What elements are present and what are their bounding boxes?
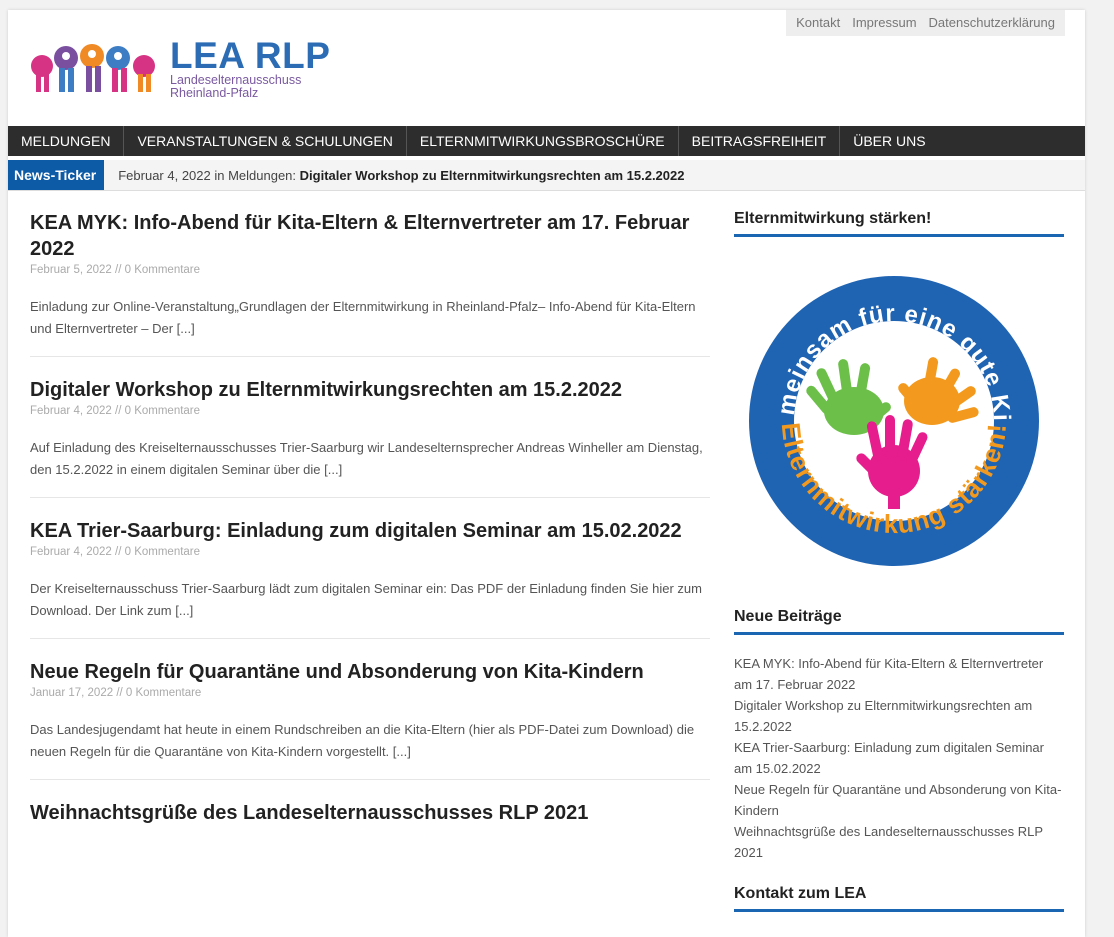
post-item: KEA MYK: Info-Abend für Kita-Eltern & El…: [30, 210, 710, 357]
topnav-kontakt-link[interactable]: Kontakt: [796, 15, 840, 30]
widget-title-elternmitwirkung: Elternmitwirkung stärken!: [734, 210, 1064, 237]
widget-title-neue-beitraege: Neue Beiträge: [734, 608, 1064, 635]
post-excerpt: Einladung zur Online-Veranstaltung„Grund…: [30, 299, 696, 336]
nav-beitragsfreiheit[interactable]: BEITRAGSFREIHEIT: [679, 126, 841, 156]
hands-badge-icon: Gemeinsam für eine gute KiTa Elternmitwi…: [734, 250, 1039, 566]
recent-post-link[interactable]: Weihnachtsgrüße des Landeselternausschus…: [734, 824, 1043, 860]
site-logo[interactable]: LEA RLP Landeselternausschuss Rheinland-…: [28, 36, 330, 100]
post-excerpt: Das Landesjugendamt hat heute in einem R…: [30, 722, 695, 759]
post-title-link[interactable]: Neue Regeln für Quarantäne und Absonderu…: [30, 659, 710, 685]
nav-veranstaltungen[interactable]: VERANSTALTUNGEN & SCHULUNGEN: [124, 126, 407, 156]
post-meta: Februar 5, 2022 // 0 Kommentare: [30, 264, 201, 276]
post-item: Weihnachtsgrüße des Landeselternausschus…: [30, 800, 710, 842]
recent-post-item: Digitaler Workshop zu Elternmitwirkungsr…: [734, 695, 1064, 737]
news-ticker-item[interactable]: Februar 4, 2022 in Meldungen: Digitaler …: [118, 168, 684, 183]
post-item: KEA Trier-Saarburg: Einladung zum digita…: [30, 518, 710, 639]
top-navigation: Kontakt Impressum Datenschutzerklärung: [786, 10, 1065, 36]
logo-subtitle-2: Rheinland-Pfalz: [170, 86, 259, 100]
recent-post-link[interactable]: Digitaler Workshop zu Elternmitwirkungsr…: [734, 698, 1032, 734]
post-list: KEA MYK: Info-Abend für Kita-Eltern & El…: [30, 210, 710, 862]
main-navigation: MELDUNGEN VERANSTALTUNGEN & SCHULUNGEN E…: [8, 126, 1085, 156]
nav-broschuere[interactable]: ELTERNMITWIRKUNGSBROSCHÜRE: [407, 126, 679, 156]
recent-post-item: Weihnachtsgrüße des Landeselternausschus…: [734, 821, 1064, 863]
nav-meldungen[interactable]: MELDUNGEN: [8, 126, 125, 156]
news-ticker-label: News-Ticker: [8, 160, 105, 190]
post-item: Neue Regeln für Quarantäne und Absonderu…: [30, 659, 710, 780]
recent-post-item: KEA Trier-Saarburg: Einladung zum digita…: [734, 737, 1064, 779]
post-excerpt: Der Kreiselternausschuss Trier-Saarburg …: [30, 581, 702, 618]
recent-post-link[interactable]: KEA MYK: Info-Abend für Kita-Eltern & El…: [734, 656, 1043, 692]
ticker-headline-link[interactable]: Digitaler Workshop zu Elternmitwirkungsr…: [300, 168, 685, 183]
family-logo-icon: [31, 44, 155, 92]
page: Kontakt Impressum Datenschutzerklärung L…: [8, 10, 1085, 937]
post-title-link[interactable]: KEA MYK: Info-Abend für Kita-Eltern & El…: [30, 210, 710, 262]
post-title-link[interactable]: Digitaler Workshop zu Elternmitwirkungsr…: [30, 377, 710, 403]
post-item: Digitaler Workshop zu Elternmitwirkungsr…: [30, 377, 710, 498]
post-excerpt: Auf Einladung des Kreiselternausschusses…: [30, 440, 703, 477]
news-ticker: News-Ticker Februar 4, 2022 in Meldungen…: [8, 160, 1085, 191]
topnav-datenschutz-link[interactable]: Datenschutzerklärung: [929, 15, 1055, 30]
elternmitwirkung-badge[interactable]: Gemeinsam für eine gute KiTa Elternmitwi…: [734, 250, 1064, 576]
topnav-impressum-link[interactable]: Impressum: [852, 15, 916, 30]
post-meta: Februar 4, 2022 // 0 Kommentare: [30, 546, 201, 558]
post-title-link[interactable]: Weihnachtsgrüße des Landeselternausschus…: [30, 800, 710, 826]
recent-post-item: Neue Regeln für Quarantäne und Absonderu…: [734, 779, 1064, 821]
sidebar: Elternmitwirkung stärken! Gemeinsam für …: [734, 210, 1064, 912]
widget-title-kontakt: Kontakt zum LEA: [734, 885, 1064, 912]
nav-ueber-uns[interactable]: ÜBER UNS: [840, 126, 938, 156]
post-meta: Januar 17, 2022 // 0 Kommentare: [30, 687, 202, 699]
recent-post-item: KEA MYK: Info-Abend für Kita-Eltern & El…: [734, 653, 1064, 695]
post-title-link[interactable]: KEA Trier-Saarburg: Einladung zum digita…: [30, 518, 710, 544]
recent-posts-list: KEA MYK: Info-Abend für Kita-Eltern & El…: [734, 653, 1064, 863]
recent-post-link[interactable]: Neue Regeln für Quarantäne und Absonderu…: [734, 782, 1061, 818]
logo-title: LEA RLP: [170, 35, 331, 76]
ticker-prefix: Februar 4, 2022 in Meldungen:: [118, 167, 297, 183]
recent-post-link[interactable]: KEA Trier-Saarburg: Einladung zum digita…: [734, 740, 1044, 776]
post-meta: Februar 4, 2022 // 0 Kommentare: [30, 405, 201, 417]
